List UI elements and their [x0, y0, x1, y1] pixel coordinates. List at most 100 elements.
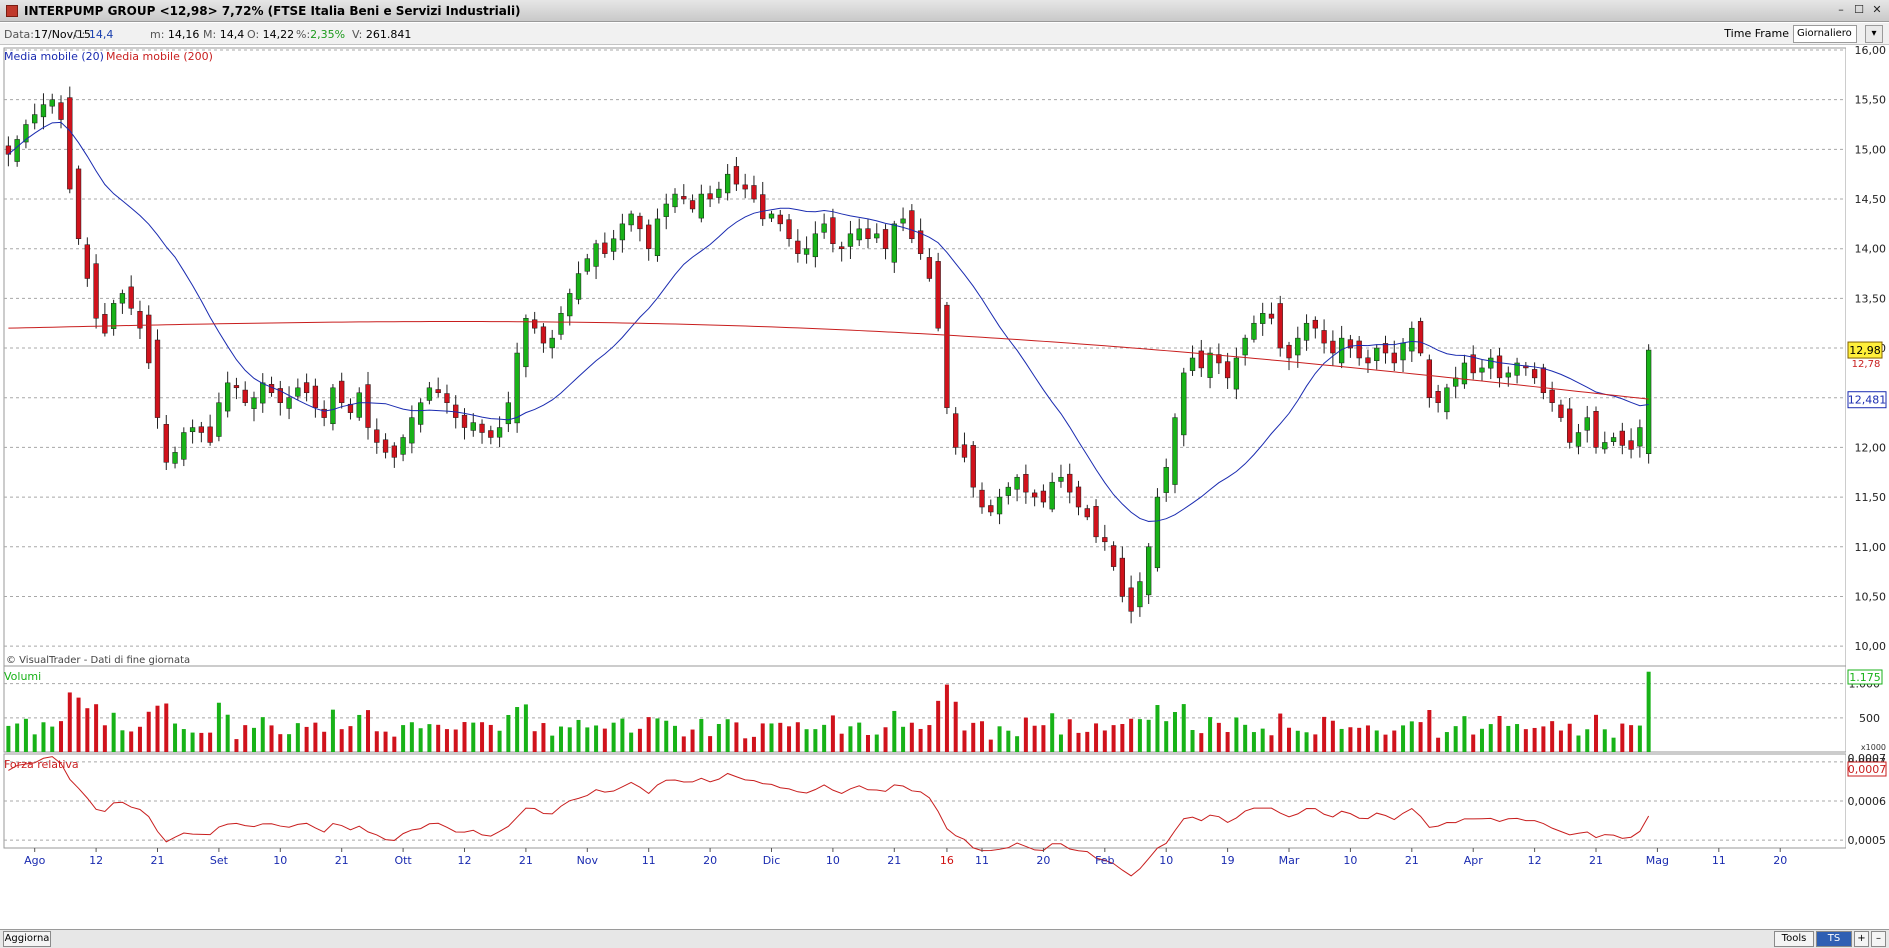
candle-body — [1540, 367, 1547, 394]
candle-body — [260, 382, 266, 404]
candle-body — [961, 444, 968, 458]
ts-off-button[interactable]: TS OFF — [1816, 931, 1852, 948]
volume-bar — [1357, 727, 1362, 752]
volume-bar — [1094, 723, 1099, 752]
x-tick-label: 12 — [458, 854, 472, 867]
x-tick-label: 10 — [1343, 854, 1357, 867]
x-tick-label: Mar — [1279, 854, 1300, 867]
candle-body — [49, 99, 55, 107]
volume-bar — [874, 734, 879, 752]
volume-bar — [1269, 735, 1274, 752]
candle-body — [1374, 347, 1380, 361]
candle-body — [1286, 344, 1292, 359]
volume-bar — [129, 731, 134, 752]
zoom-in-button[interactable]: + — [1854, 931, 1869, 947]
price-tick-label: 14,00 — [1855, 243, 1887, 256]
candle-body — [1575, 432, 1582, 447]
volume-bar — [760, 723, 765, 752]
candle-body — [751, 185, 757, 200]
volume-bar — [1067, 719, 1072, 752]
title-bar: INTERPUMP GROUP <12,98> 7,72% (FTSE Ital… — [0, 0, 1889, 22]
x-tick-label: Dic — [763, 854, 781, 867]
zoom-out-button[interactable]: – — [1871, 931, 1886, 947]
time-frame-select[interactable]: Giornaliero — [1793, 25, 1857, 43]
max-readout: M: 14,4 — [203, 28, 244, 41]
rs-panel-title: Forza relativa — [4, 758, 79, 771]
candle-body — [426, 387, 433, 401]
volume-bar — [102, 725, 107, 752]
candle-body — [1628, 440, 1634, 450]
volume-bar — [567, 727, 572, 752]
candle-body — [1146, 546, 1152, 596]
tools-button[interactable]: Tools — [1774, 931, 1814, 947]
candle-body — [768, 213, 775, 219]
volume-bar — [1330, 720, 1335, 752]
volume-bar — [67, 692, 72, 752]
candle-body — [1417, 321, 1424, 354]
volume-bar — [602, 728, 607, 752]
volume-bar — [251, 727, 256, 752]
candle-body — [444, 393, 450, 403]
candle-body — [1268, 313, 1275, 319]
pct-label: %: — [296, 28, 311, 41]
volume-bar — [927, 725, 932, 752]
update-button[interactable]: Aggiorna — [3, 931, 51, 947]
volume-bar — [1085, 731, 1090, 752]
candle-body — [417, 402, 424, 425]
volume-bar — [1111, 725, 1116, 752]
minimize-icon[interactable]: – — [1833, 3, 1849, 18]
maximize-icon[interactable]: ☐ — [1851, 3, 1867, 18]
candle-body — [812, 233, 819, 258]
volume-bar — [1120, 724, 1125, 752]
volume-bar — [155, 705, 160, 752]
candle-body — [1058, 476, 1064, 482]
candle-body — [707, 193, 713, 200]
price-tick-label: 10,50 — [1855, 590, 1887, 603]
candle-body — [505, 402, 512, 425]
min-readout: m: 14,16 — [150, 28, 199, 41]
volume-bar — [444, 729, 449, 752]
volume-bar — [1418, 722, 1423, 752]
ma-value-label: 12,481 — [1848, 394, 1887, 407]
volume-bar — [1576, 735, 1581, 752]
candle-body — [154, 339, 161, 418]
volume-bar — [59, 721, 64, 752]
candle-body — [339, 380, 345, 403]
candle-body — [1593, 411, 1599, 448]
volume-bar — [120, 730, 125, 752]
x-tick-label: 21 — [1405, 854, 1419, 867]
candle-body — [198, 426, 205, 433]
candle-body — [1400, 342, 1406, 361]
candle-body — [795, 240, 801, 254]
volume-bar — [1515, 724, 1520, 752]
candle-body — [1303, 322, 1310, 341]
x-tick-label: 20 — [703, 854, 717, 867]
volume-bar — [532, 731, 537, 752]
volume-bar — [392, 736, 397, 752]
close-icon[interactable]: ✕ — [1869, 3, 1885, 18]
x-tick-label: 16 — [940, 854, 954, 867]
volume-tick-label: 500 — [1859, 712, 1880, 725]
close-label: C: — [74, 28, 86, 41]
candle-body — [1610, 437, 1617, 442]
volume-bar — [1488, 724, 1493, 752]
candle-body — [970, 445, 976, 488]
candle-body — [1014, 476, 1020, 490]
volume-bar — [830, 715, 835, 752]
candle-body — [1531, 369, 1538, 379]
legend-ma200: Media mobile (200) — [106, 50, 213, 63]
time-frame-dropdown-icon[interactable]: ▾ — [1865, 25, 1883, 43]
candle-body — [637, 215, 643, 230]
price-chart[interactable]: 10,0010,5011,0011,5012,0012,5013,0013,50… — [0, 46, 1889, 928]
volume-bar — [1076, 732, 1081, 752]
volume-bar — [506, 714, 511, 752]
x-tick-label: Ago — [24, 854, 46, 867]
candle-body — [839, 246, 845, 249]
candle-body — [628, 213, 634, 226]
candle-body — [689, 200, 696, 210]
candle-body — [523, 318, 529, 368]
candle-body — [1181, 372, 1187, 436]
volume-bar — [243, 725, 248, 752]
candle-body — [1233, 357, 1240, 390]
candle-body — [724, 173, 731, 194]
